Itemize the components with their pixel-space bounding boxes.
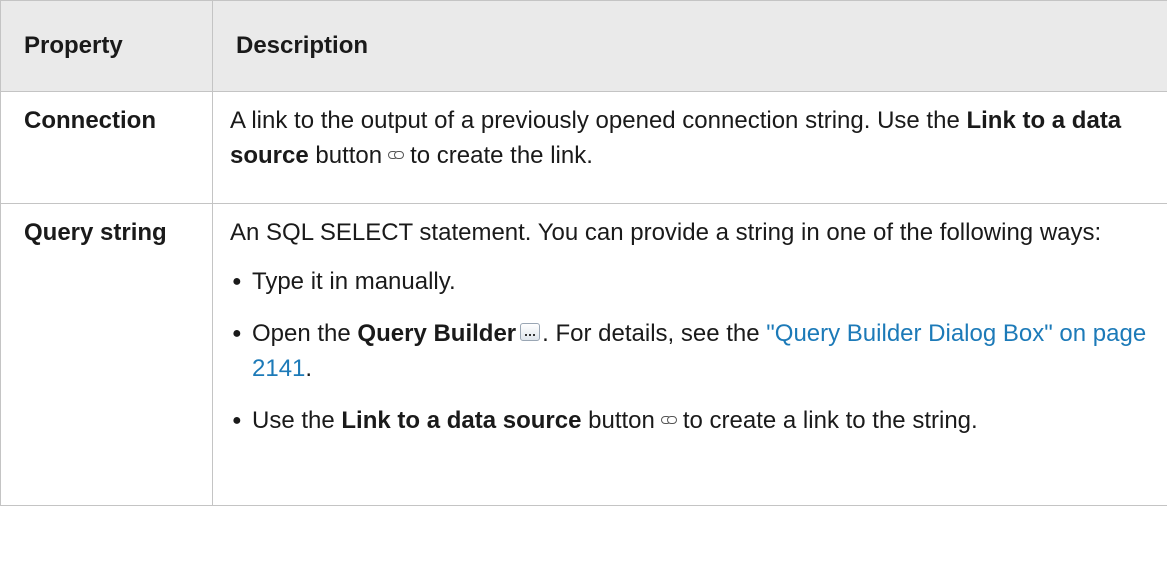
list-item: ● Open the Query Builder . For details, se… [230, 316, 1147, 386]
list-item: ● Type it in manually. [230, 264, 1147, 299]
list-item-text: . For details, see the [542, 320, 767, 347]
link-icon [660, 415, 677, 425]
bullet-icon: ● [232, 273, 242, 290]
ellipsis-button-icon [520, 322, 541, 341]
list-item-text: Use the [252, 407, 342, 434]
description-intro: An SQL SELECT statement. You can provide… [230, 219, 1102, 246]
description-text: button [308, 142, 383, 169]
list-item-bold-text: Link to a data source [341, 407, 582, 434]
options-list: ● Type it in manually. ● Open the Query Bu… [230, 264, 1147, 438]
list-item-text: Type it in manually. [252, 268, 456, 295]
property-column-header: Property [0, 0, 213, 92]
link-icon [388, 150, 405, 160]
bullet-icon: ● [232, 412, 242, 429]
property-name: Connection [0, 91, 213, 204]
properties-table: Property Description Connection A link t… [0, 0, 1167, 506]
list-item-text: to create a link to the string. [682, 407, 978, 434]
bullet-icon: ● [232, 325, 242, 342]
description-column-header: Description [212, 0, 1167, 92]
list-item: ● Use the Link to a data source button to … [230, 403, 1147, 438]
list-item-text: Open the [252, 320, 358, 347]
header-row: Property Description [0, 0, 1167, 92]
description-text: A link to the output of a previously ope… [230, 107, 967, 134]
list-item-text: . [305, 355, 313, 382]
property-name: Query string [0, 203, 213, 506]
property-description: A link to the output of a previously ope… [212, 91, 1167, 204]
list-item-text: button [581, 407, 655, 434]
table-row: Connection A link to the output of a pre… [0, 91, 1167, 204]
property-description: An SQL SELECT statement. You can provide… [212, 203, 1167, 506]
table-row: Query string An SQL SELECT statement. Yo… [0, 203, 1167, 506]
description-text: to create the link. [410, 142, 593, 169]
list-item-bold-text: Query Builder [357, 320, 517, 347]
